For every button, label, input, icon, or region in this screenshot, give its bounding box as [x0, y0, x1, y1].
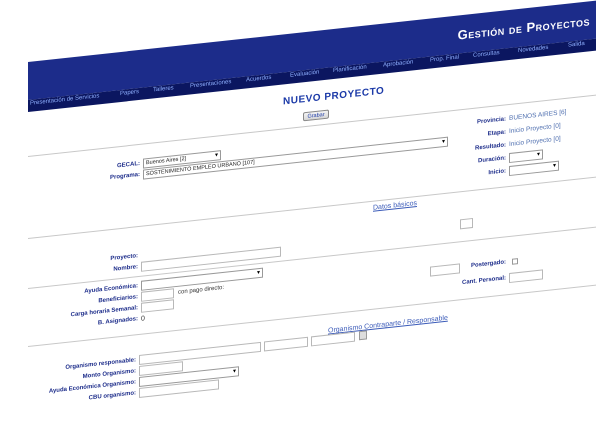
postergado-checkbox[interactable] [512, 258, 518, 265]
resultado-value: Inicio Proyecto [0] [509, 135, 561, 149]
provincia-value: BUENOS AIRES [6] [509, 108, 567, 123]
duracion-label: Duración: [477, 155, 506, 165]
nav-item-papers[interactable]: Papers [120, 89, 139, 97]
nav-item-consultas[interactable]: Consultas [473, 50, 500, 59]
cant-personal-label: Cant. Personal: [461, 275, 506, 287]
save-button[interactable]: Grabar [303, 109, 329, 122]
divider [28, 176, 596, 239]
carga-horaria-input[interactable] [141, 299, 174, 313]
asignados-label: B. Asignados: [97, 316, 138, 327]
chevron-down-icon: ▾ [256, 269, 260, 277]
nav-item-salida[interactable]: Salida [568, 41, 585, 49]
duracion-select[interactable]: ▾ [509, 149, 543, 164]
nav-item-novedades[interactable]: Novedades [518, 45, 548, 54]
chevron-down-icon: ▾ [552, 162, 556, 170]
nav-item-prop-final[interactable]: Prop. Final [430, 54, 459, 63]
etapa-label: Etapa: [487, 129, 506, 138]
stage: Gestión de Proyectos Presentación de Ser… [0, 0, 600, 435]
proyecto-label: Proyecto: [110, 253, 138, 263]
provincia-label: Provincia: [476, 116, 506, 126]
nav-item-acuerdos[interactable]: Acuerdos [246, 75, 271, 84]
organismo-extra-input-2[interactable] [311, 331, 355, 347]
calendar-icon[interactable] [359, 330, 367, 341]
organismo-extra-input-1[interactable] [264, 336, 308, 352]
etapa-value: Inicio Proyecto [0] [509, 122, 561, 136]
organismo-responsable-input[interactable] [139, 341, 261, 366]
app-brand: Gestión de Proyectos [457, 13, 590, 43]
page-title: NUEVO PROYECTO [283, 85, 385, 108]
cant-personal-input[interactable] [509, 269, 543, 284]
chevron-down-icon: ▾ [441, 138, 445, 146]
programa-label: Programa: [109, 171, 140, 182]
pago-directo-label: con pago directo: [178, 284, 225, 296]
resultado-label: Resultado: [474, 142, 506, 152]
chevron-down-icon: ▾ [214, 152, 218, 159]
section-datos-basicos[interactable]: Datos básicos [373, 200, 417, 212]
inicio-label: Inicio: [488, 168, 506, 177]
nav-item-aprobacion[interactable]: Aprobación [383, 59, 413, 68]
postergado-label: Postergado: [470, 259, 506, 270]
pago-directo-input[interactable] [430, 263, 460, 277]
inicio-select[interactable]: ▾ [509, 160, 559, 177]
proyecto-code-input[interactable] [460, 217, 473, 230]
nav-item-talleres[interactable]: Talleres [153, 85, 174, 93]
nav-item-planificacion[interactable]: Planificación [333, 64, 367, 74]
form-page: Gestión de Proyectos Presentación de Ser… [28, 0, 596, 435]
gecal-label: GECAL: [117, 160, 140, 170]
chevron-down-icon: ▾ [536, 151, 540, 159]
chevron-down-icon: ▾ [232, 368, 236, 375]
asignados-value: 0 [141, 315, 145, 323]
nombre-label: Nombre: [113, 264, 138, 273]
nav-item-evaluacion[interactable]: Evaluación [290, 70, 319, 79]
